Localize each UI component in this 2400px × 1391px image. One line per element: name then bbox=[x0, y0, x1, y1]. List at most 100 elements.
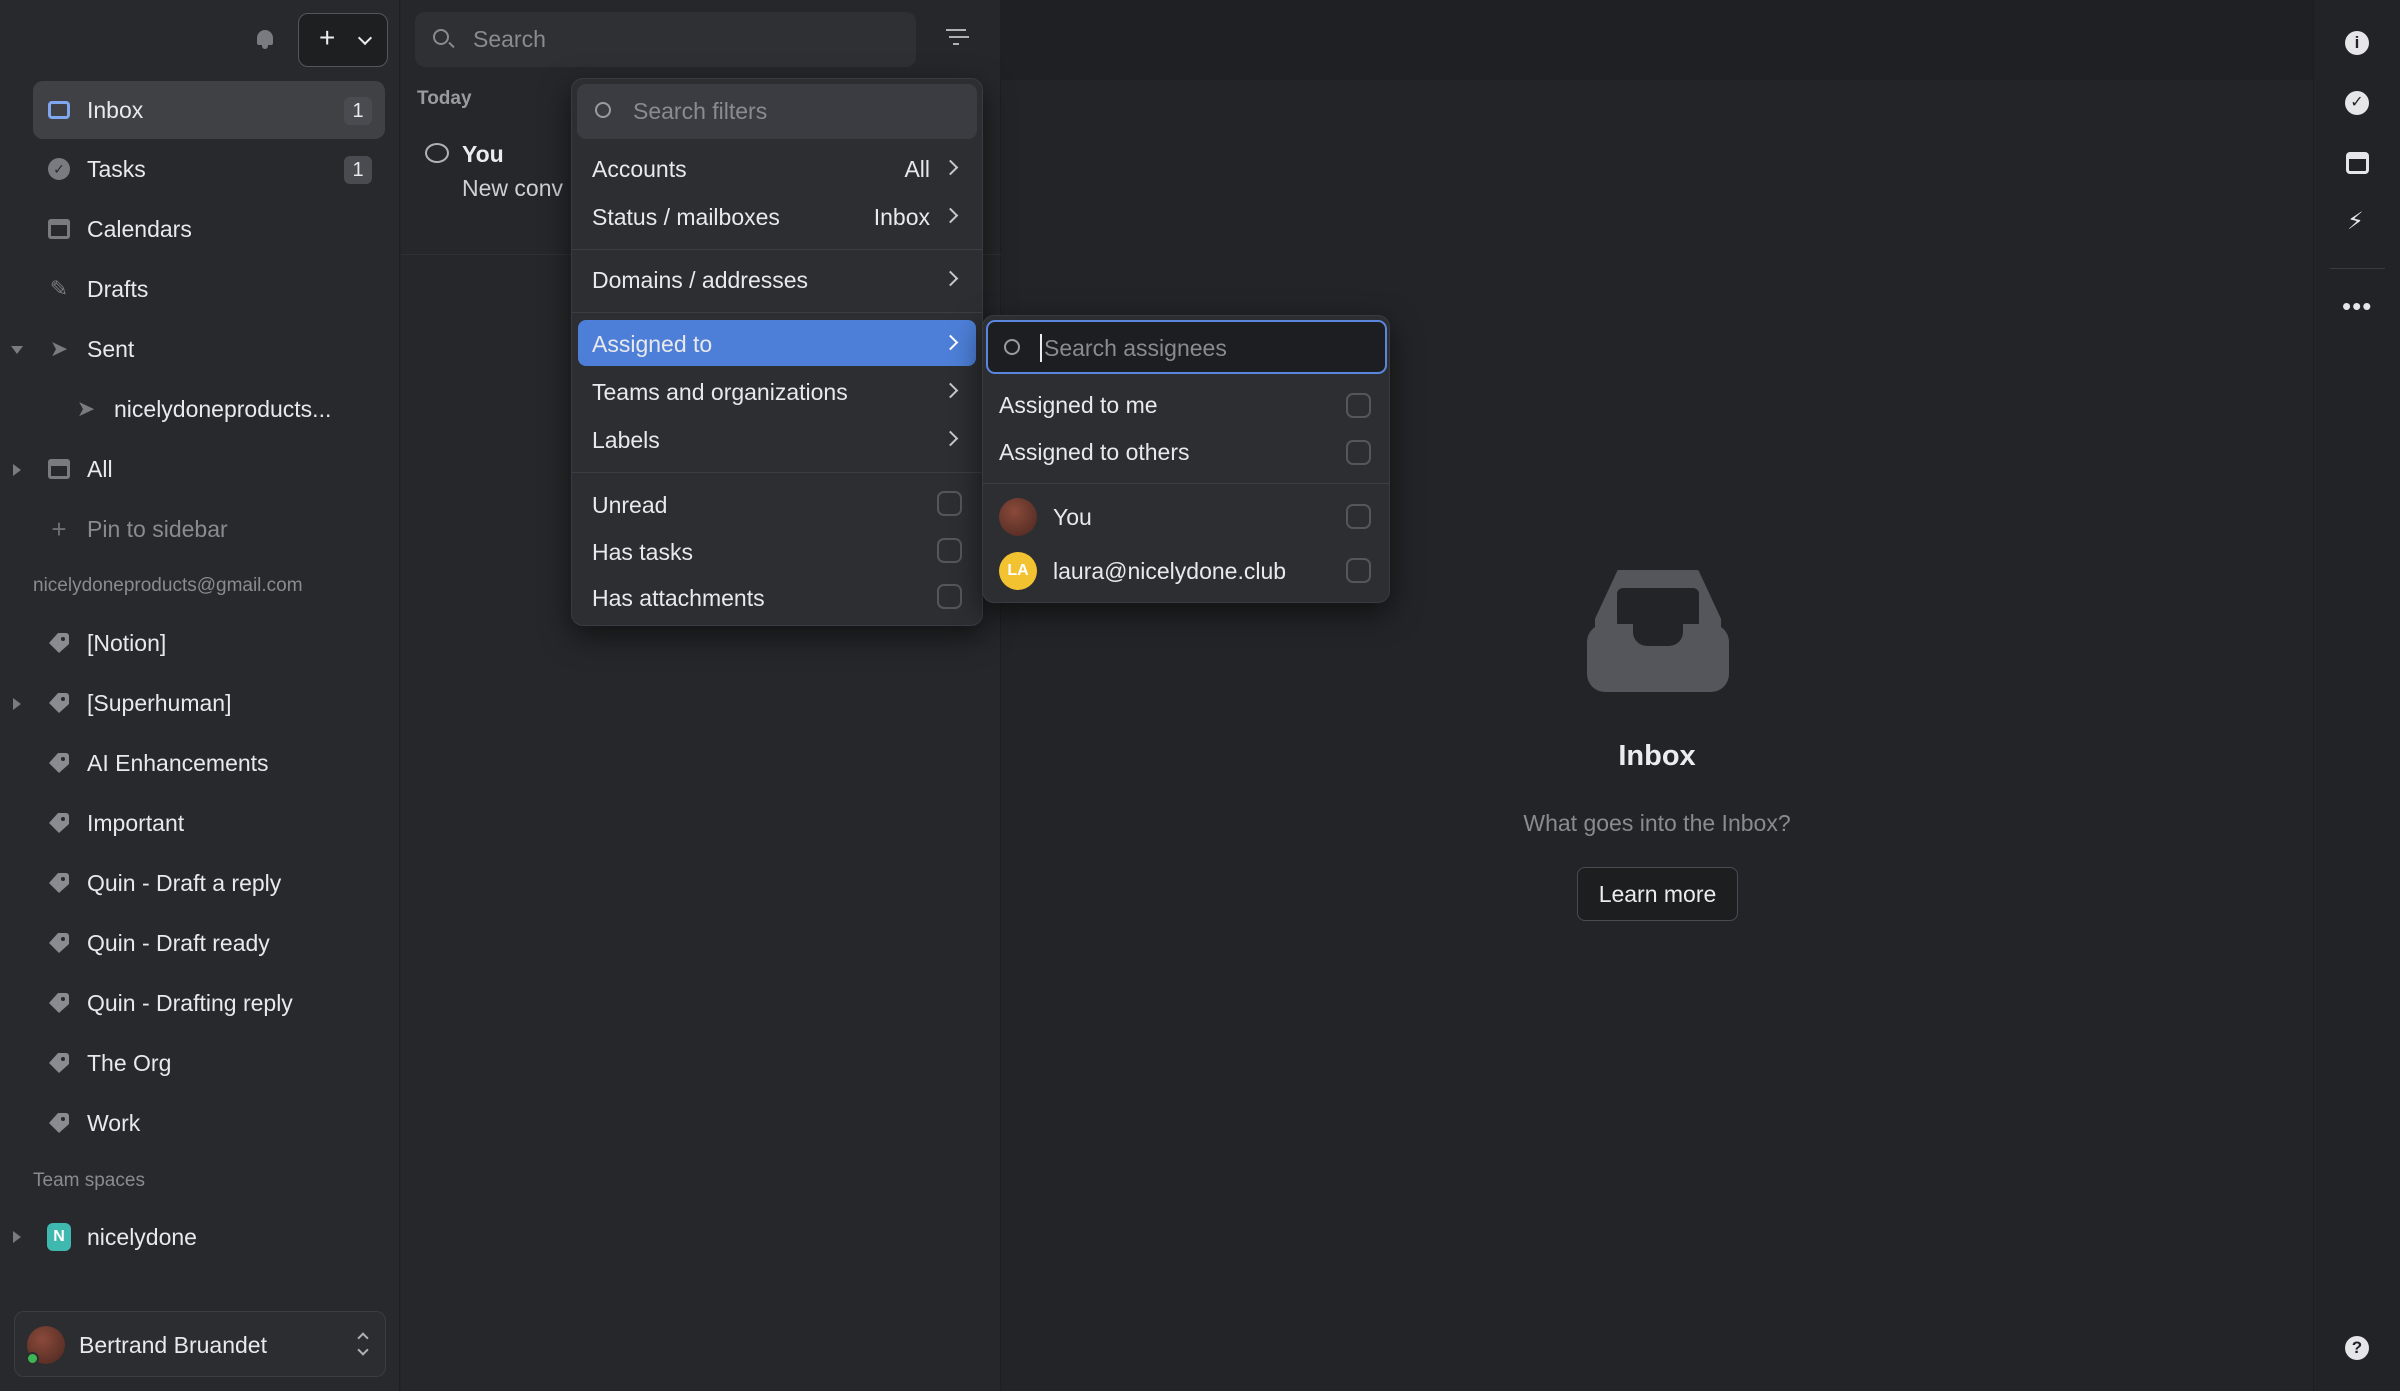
sidebar-label-item[interactable]: AI Enhancements bbox=[33, 734, 385, 792]
send-icon: ➤ bbox=[49, 336, 69, 361]
has-attachments-checkbox[interactable] bbox=[937, 584, 962, 609]
sidebar-item-inbox[interactable]: Inbox 1 bbox=[33, 81, 385, 139]
assignee-search-input[interactable]: Search assignees bbox=[986, 320, 1387, 374]
pin-to-sidebar-button[interactable]: + Pin to sidebar bbox=[33, 500, 385, 558]
filter-row-value: All bbox=[904, 156, 930, 182]
sidebar-item-label: Work bbox=[87, 1109, 141, 1136]
text-cursor bbox=[1040, 334, 1042, 362]
assignee-option-label: Assigned to me bbox=[999, 392, 1158, 418]
assignee-option-others[interactable]: Assigned to others bbox=[989, 429, 1385, 475]
search-icon-handle bbox=[448, 41, 455, 49]
filter-icon-line3 bbox=[953, 43, 959, 45]
filter-search-input[interactable]: Search filters bbox=[577, 84, 977, 139]
assignee-option-you[interactable]: You bbox=[989, 491, 1385, 541]
assignee-option-label: laura@nicelydone.club bbox=[1053, 558, 1287, 584]
you-checkbox[interactable] bbox=[1346, 504, 1371, 529]
filter-menu: Search filters Accounts All Status / mai… bbox=[571, 78, 983, 626]
lightning-icon[interactable]: ⚡ bbox=[2347, 208, 2364, 236]
team-badge: N bbox=[47, 1223, 71, 1251]
filter-row-labels[interactable]: Labels bbox=[578, 416, 976, 462]
superhuman-expand-caret[interactable] bbox=[13, 698, 21, 710]
assigned-to-others-checkbox[interactable] bbox=[1346, 440, 1371, 465]
tasks-count-badge: 1 bbox=[344, 156, 372, 184]
assigned-to-me-checkbox[interactable] bbox=[1346, 393, 1371, 418]
sidebar: + Inbox 1 ✓ Tasks 1 Calendars ✎ Drafts ➤… bbox=[0, 0, 400, 1391]
sidebar-label-item[interactable]: The Org bbox=[33, 1034, 385, 1092]
assignee-option-label: You bbox=[1053, 504, 1092, 530]
sidebar-item-label: nicelydoneproducts... bbox=[114, 395, 332, 422]
tag-icon bbox=[47, 811, 71, 835]
sidebar-item-sent-account[interactable]: ➤ nicelydoneproducts... bbox=[60, 380, 385, 438]
calendar-icon[interactable] bbox=[2346, 152, 2369, 174]
info-icon[interactable]: i bbox=[2345, 31, 2369, 55]
divider bbox=[572, 249, 982, 250]
filter-row-label: Accounts bbox=[592, 156, 687, 182]
sidebar-item-all[interactable]: All bbox=[33, 440, 385, 498]
sidebar-item-tasks[interactable]: ✓ Tasks 1 bbox=[33, 140, 385, 198]
sent-expand-caret[interactable] bbox=[11, 346, 23, 354]
list-item-sender: You bbox=[462, 141, 504, 167]
sidebar-label-item[interactable]: [Notion] bbox=[33, 614, 385, 672]
tag-icon bbox=[47, 751, 71, 775]
filter-row-domains[interactable]: Domains / addresses bbox=[578, 256, 976, 302]
filter-row-accounts[interactable]: Accounts All bbox=[578, 145, 976, 191]
sidebar-item-label: All bbox=[87, 455, 113, 482]
chevron-right-icon bbox=[942, 382, 959, 399]
unread-checkbox[interactable] bbox=[937, 491, 962, 516]
sidebar-label-item[interactable]: [Superhuman] bbox=[33, 674, 385, 732]
filter-row-has-tasks[interactable]: Has tasks bbox=[578, 528, 976, 574]
tasks-check-icon[interactable]: ✓ bbox=[2345, 91, 2369, 115]
chevron-updown-icon bbox=[357, 1332, 369, 1344]
sidebar-item-label: Calendars bbox=[87, 215, 192, 242]
user-switcher[interactable]: Bertrand Bruandet bbox=[14, 1311, 386, 1377]
online-status-dot bbox=[26, 1352, 39, 1365]
sidebar-item-label: The Org bbox=[87, 1049, 172, 1076]
filter-row-unread[interactable]: Unread bbox=[578, 481, 976, 527]
all-expand-caret[interactable] bbox=[13, 464, 21, 476]
tag-icon bbox=[47, 931, 71, 955]
filter-row-label: Unread bbox=[592, 492, 668, 518]
search-input[interactable]: Search bbox=[415, 12, 916, 67]
chevron-down-icon bbox=[357, 30, 373, 46]
filter-row-status[interactable]: Status / mailboxes Inbox bbox=[578, 193, 976, 239]
chevron-right-icon bbox=[942, 159, 959, 176]
account-email-header: nicelydoneproducts@gmail.com bbox=[33, 575, 303, 596]
team-expand-caret[interactable] bbox=[13, 1231, 21, 1243]
sidebar-label-item[interactable]: Quin - Draft ready bbox=[33, 914, 385, 972]
tag-icon bbox=[47, 691, 71, 715]
assignee-option-laura[interactable]: LA laura@nicelydone.club bbox=[989, 545, 1385, 595]
filter-row-assigned-to[interactable]: Assigned to bbox=[578, 320, 976, 366]
sidebar-item-sent[interactable]: ➤ Sent bbox=[33, 320, 385, 378]
compose-button[interactable]: + bbox=[298, 13, 388, 67]
sidebar-item-label: Pin to sidebar bbox=[87, 515, 228, 542]
sidebar-label-item[interactable]: Work bbox=[33, 1094, 385, 1152]
empty-state-subtitle: What goes into the Inbox? bbox=[1523, 810, 1791, 836]
sidebar-label-item[interactable]: Quin - Draft a reply bbox=[33, 854, 385, 912]
filter-row-label: Assigned to bbox=[592, 331, 713, 357]
assignee-option-me[interactable]: Assigned to me bbox=[989, 382, 1385, 428]
learn-more-button[interactable]: Learn more bbox=[1577, 867, 1738, 921]
conversation-icon bbox=[425, 143, 449, 163]
laura-checkbox[interactable] bbox=[1346, 558, 1371, 583]
sidebar-item-drafts[interactable]: ✎ Drafts bbox=[33, 260, 385, 318]
help-icon[interactable]: ? bbox=[2345, 1336, 2369, 1360]
filter-row-label: Teams and organizations bbox=[592, 379, 848, 405]
search-icon bbox=[1004, 339, 1020, 355]
filter-row-label: Status / mailboxes bbox=[592, 204, 780, 230]
sidebar-item-calendars[interactable]: Calendars bbox=[33, 200, 385, 258]
tag-icon bbox=[47, 1111, 71, 1135]
has-tasks-checkbox[interactable] bbox=[937, 538, 962, 563]
filter-row-teams[interactable]: Teams and organizations bbox=[578, 368, 976, 414]
sidebar-item-label: Quin - Draft a reply bbox=[87, 869, 282, 896]
sidebar-team-nicelydone[interactable]: N nicelydone bbox=[33, 1208, 385, 1266]
more-icon[interactable]: ••• bbox=[2342, 293, 2372, 319]
divider bbox=[983, 483, 1389, 484]
filter-row-value: Inbox bbox=[873, 204, 930, 230]
sidebar-label-item[interactable]: Important bbox=[33, 794, 385, 852]
filter-icon bbox=[946, 29, 966, 31]
sidebar-label-item[interactable]: Quin - Drafting reply bbox=[33, 974, 385, 1032]
filter-button[interactable] bbox=[940, 22, 972, 54]
bell-icon[interactable] bbox=[254, 28, 276, 50]
pencil-icon: ✎ bbox=[49, 276, 69, 301]
filter-row-has-attachments[interactable]: Has attachments bbox=[578, 574, 976, 620]
